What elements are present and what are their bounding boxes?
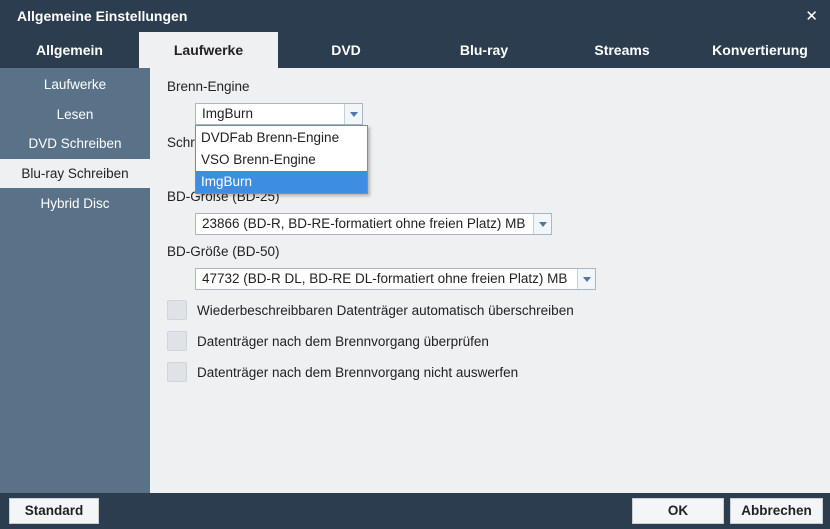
- verify-label: Datenträger nach dem Brennvorgang überpr…: [197, 334, 489, 349]
- sidebar-item-bluray-schreiben[interactable]: Blu-ray Schreiben: [0, 159, 150, 188]
- chevron-down-icon[interactable]: [577, 269, 595, 289]
- sidebar: Laufwerke Lesen DVD Schreiben Blu-ray Sc…: [0, 68, 150, 493]
- sidebar-item-dvd-schreiben[interactable]: DVD Schreiben: [0, 129, 150, 158]
- bottom-bar: Standard OK Abbrechen: [0, 493, 830, 529]
- overwrite-label: Wiederbeschreibbaren Datenträger automat…: [197, 303, 574, 318]
- sidebar-item-hybrid-disc[interactable]: Hybrid Disc: [0, 189, 150, 218]
- dropdown-option-imgburn[interactable]: ImgBurn: [196, 171, 367, 193]
- tab-bar: Allgemein Laufwerke DVD Blu-ray Streams …: [0, 32, 830, 68]
- brenn-engine-dropdown: DVDFab Brenn-Engine VSO Brenn-Engine Img…: [195, 125, 368, 194]
- standard-button[interactable]: Standard: [9, 498, 99, 524]
- tab-streams[interactable]: Streams: [554, 32, 690, 68]
- title-bar: Allgemeine Einstellungen ✕: [0, 0, 830, 32]
- schreibmodus-label: Schr: [167, 135, 195, 150]
- cancel-button[interactable]: Abbrechen: [730, 498, 823, 524]
- sidebar-item-laufwerke[interactable]: Laufwerke: [0, 70, 150, 99]
- no-eject-label: Datenträger nach dem Brennvorgang nicht …: [197, 365, 519, 380]
- ok-button[interactable]: OK: [632, 498, 724, 524]
- bd50-value: 47732 (BD-R DL, BD-RE DL-formatiert ohne…: [202, 271, 568, 286]
- bd25-value: 23866 (BD-R, BD-RE-formatiert ohne freie…: [202, 216, 526, 231]
- bd25-select[interactable]: 23866 (BD-R, BD-RE-formatiert ohne freie…: [195, 213, 552, 235]
- tab-laufwerke[interactable]: Laufwerke: [139, 32, 278, 68]
- tab-bluray[interactable]: Blu-ray: [414, 32, 554, 68]
- tab-allgemein[interactable]: Allgemein: [0, 32, 139, 68]
- no-eject-checkbox[interactable]: [167, 362, 187, 382]
- dropdown-option-vso[interactable]: VSO Brenn-Engine: [196, 149, 367, 171]
- tab-konvertierung[interactable]: Konvertierung: [690, 32, 830, 68]
- brenn-engine-label: Brenn-Engine: [167, 79, 250, 94]
- bd50-select[interactable]: 47732 (BD-R DL, BD-RE DL-formatiert ohne…: [195, 268, 596, 290]
- window-title: Allgemeine Einstellungen: [17, 8, 188, 24]
- sidebar-item-lesen[interactable]: Lesen: [0, 100, 150, 129]
- bd50-label: BD-Größe (BD-50): [167, 244, 280, 259]
- brenn-engine-select[interactable]: ImgBurn: [195, 103, 363, 125]
- verify-checkbox[interactable]: [167, 331, 187, 351]
- dropdown-option-dvdfab[interactable]: DVDFab Brenn-Engine: [196, 127, 367, 149]
- chevron-down-icon[interactable]: [344, 104, 362, 124]
- close-icon[interactable]: ✕: [805, 7, 818, 25]
- chevron-down-icon[interactable]: [533, 214, 551, 234]
- overwrite-checkbox[interactable]: [167, 300, 187, 320]
- tab-dvd[interactable]: DVD: [278, 32, 414, 68]
- brenn-engine-value: ImgBurn: [202, 106, 254, 121]
